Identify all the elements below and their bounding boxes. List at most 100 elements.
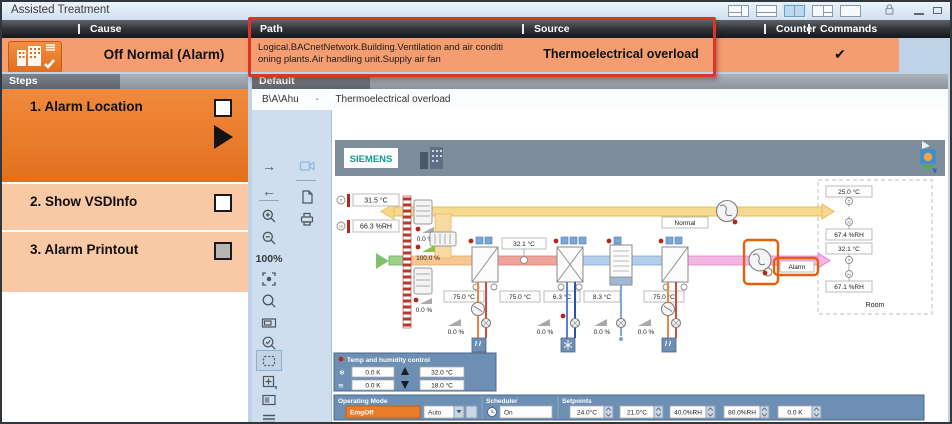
list-lines-button[interactable]: [256, 408, 282, 424]
step-checkbox-disabled[interactable]: [214, 242, 232, 260]
tab-steps[interactable]: Steps: [2, 74, 120, 89]
recirc-damper-pos: 100.0 %: [416, 255, 440, 262]
layout-columns-icon[interactable]: [728, 5, 749, 17]
steps-panel: Steps 1. Alarm Location 2. Show VSDInfo …: [2, 74, 248, 422]
outside-temp-sensor: T 31.5 °C: [337, 194, 399, 207]
current-step-arrow-icon: [214, 125, 233, 149]
setpoint-value: 80.0%RH: [728, 410, 756, 417]
setpoint-value: 21.0°C: [627, 409, 647, 417]
step-checkbox[interactable]: [214, 194, 232, 212]
setpoint-value: 0.0 K: [787, 410, 803, 417]
siemens-logo-text: SIEMENS: [350, 154, 393, 165]
print-button[interactable]: [294, 208, 320, 229]
breadcrumb-location[interactable]: B\A\Ahu: [262, 94, 299, 105]
setpoint-spinner[interactable]: 21.0°C: [620, 406, 663, 418]
camera-view-button[interactable]: [294, 155, 320, 176]
supply-air-fan-alarm[interactable]: Alarm: [744, 240, 818, 284]
setpoint-spinner[interactable]: 40.0%RH: [670, 406, 715, 418]
supply-fan-status: Alarm: [789, 264, 806, 271]
fit-to-view-button[interactable]: [256, 268, 282, 289]
step-alarm-printout[interactable]: 3. Alarm Printout: [2, 232, 248, 292]
humidity-deadband-field[interactable]: 0.0 K: [365, 383, 381, 390]
cooling-return-temp: 8.3 °C: [593, 293, 611, 301]
forward-arrow-button[interactable]: →: [256, 155, 282, 176]
cooling-flow-temp: 6.3 °C: [553, 293, 571, 301]
supply-temp-value: 32.1 °C: [838, 245, 860, 253]
setpoint-spinner[interactable]: 80.0%RH: [724, 406, 769, 418]
room-label: Room: [866, 302, 885, 309]
step-label: 1. Alarm Location: [30, 99, 143, 114]
cooling-deadband-field[interactable]: 0.0 K: [365, 370, 381, 377]
minimize-button[interactable]: [913, 6, 925, 16]
supply-rh-value: 67.1 %RH: [834, 284, 864, 291]
outside-humidity-sensor: H 66.3 %RH: [337, 220, 399, 233]
window-controls: [728, 4, 944, 18]
breadcrumb: B\A\Ahu - Thermoelectrical overload: [252, 89, 948, 111]
setpoint-spinner[interactable]: 24.0°C: [570, 406, 613, 418]
svg-text:H: H: [339, 224, 342, 229]
page-button[interactable]: [294, 186, 320, 207]
air-filter[interactable]: [403, 196, 411, 328]
zoom-in-button[interactable]: [256, 205, 282, 226]
selection-rect-button-active[interactable]: [256, 350, 282, 371]
scheduler-value: On: [504, 410, 513, 417]
operating-mode-bar: Operating Mode EmgOff Auto Scheduler: [334, 395, 924, 420]
svg-text:H: H: [847, 220, 850, 225]
outside-temp-value: 31.5 °C: [364, 197, 387, 205]
setpoint-value: 24.0°C: [577, 409, 597, 417]
column-header-cause: Cause: [90, 23, 122, 35]
viewport-button[interactable]: [256, 312, 282, 333]
alarm-building-icon: [8, 41, 62, 73]
mode-extra-button[interactable]: [466, 406, 477, 418]
step-alarm-location[interactable]: 1. Alarm Location: [2, 89, 248, 182]
mode-dropdown-value: Auto: [428, 410, 442, 417]
assisted-treatment-window: Assisted Treatment Cause Path Source Cou…: [0, 0, 952, 424]
magnifier-button[interactable]: [256, 290, 282, 311]
layout-bottom-icon[interactable]: [756, 5, 777, 17]
lock-icon[interactable]: [882, 2, 896, 21]
panel-title: Temp and humidity control: [347, 357, 430, 364]
reheat-coil[interactable]: 75.0 °C 0.0 %: [638, 237, 688, 352]
column-separator: [808, 24, 810, 34]
layout-mixed-icon[interactable]: [812, 5, 833, 17]
temp-high-limit-field[interactable]: 32.0 °C: [431, 369, 453, 377]
graphic-header-band: SIEMENS: [335, 140, 945, 176]
back-arrow-button[interactable]: ←: [256, 180, 282, 201]
setpoint-value: 40.0%RH: [674, 410, 702, 417]
setpoint-spinner[interactable]: 0.0 K: [778, 406, 821, 418]
layout-region-button[interactable]: [256, 389, 282, 410]
column-header-counter: Counter: [776, 23, 816, 35]
humidifier[interactable]: 0.0 %: [594, 237, 632, 341]
svg-text:T: T: [340, 198, 343, 203]
maximize-button[interactable]: [932, 6, 944, 16]
toolbar-divider: [259, 200, 279, 201]
svg-text:❄: ❄: [339, 369, 345, 377]
extract-rh-value: 67.4 %RH: [834, 232, 864, 239]
layout-split-selected-icon[interactable]: [784, 5, 805, 17]
step-show-vsdinfo[interactable]: 2. Show VSDInfo: [2, 184, 248, 230]
svg-text:H: H: [847, 272, 850, 277]
fresh-air-damper[interactable]: 0.0 %: [414, 268, 433, 314]
layout-single-icon[interactable]: [840, 5, 861, 17]
zoom-level-label: 100%: [256, 248, 282, 269]
step-label: 2. Show VSDInfo: [30, 194, 137, 209]
heating-coil[interactable]: 75.0 °C 75.0 °C 0.0 %: [444, 237, 540, 352]
fresh-damper-pos: 0.0 %: [416, 307, 433, 314]
plant-graphic: SIEMENS: [332, 110, 948, 422]
operating-mode-value: EmgOff: [350, 410, 374, 417]
zoom-out-button[interactable]: [256, 227, 282, 248]
column-separator: [78, 24, 80, 34]
scheduler-label: Scheduler: [486, 398, 518, 405]
step-checkbox[interactable]: [214, 99, 232, 117]
step-label: 3. Alarm Printout: [30, 242, 138, 257]
heating-flow-temp: 75.0 °C: [453, 293, 475, 301]
content-area: Steps 1. Alarm Location 2. Show VSDInfo …: [2, 72, 950, 422]
column-separator: [764, 24, 766, 34]
temp-low-limit-field[interactable]: 18.0 °C: [431, 382, 453, 390]
alarm-command-check[interactable]: ✔: [818, 46, 862, 63]
window-title: Assisted Treatment: [11, 4, 109, 16]
reheat-valve-pos: 0.0 %: [638, 329, 655, 336]
operating-mode-label: Operating Mode: [338, 398, 388, 405]
cooling-valve-pos: 0.0 %: [537, 329, 554, 336]
breadcrumb-title: Thermoelectrical overload: [335, 94, 450, 105]
